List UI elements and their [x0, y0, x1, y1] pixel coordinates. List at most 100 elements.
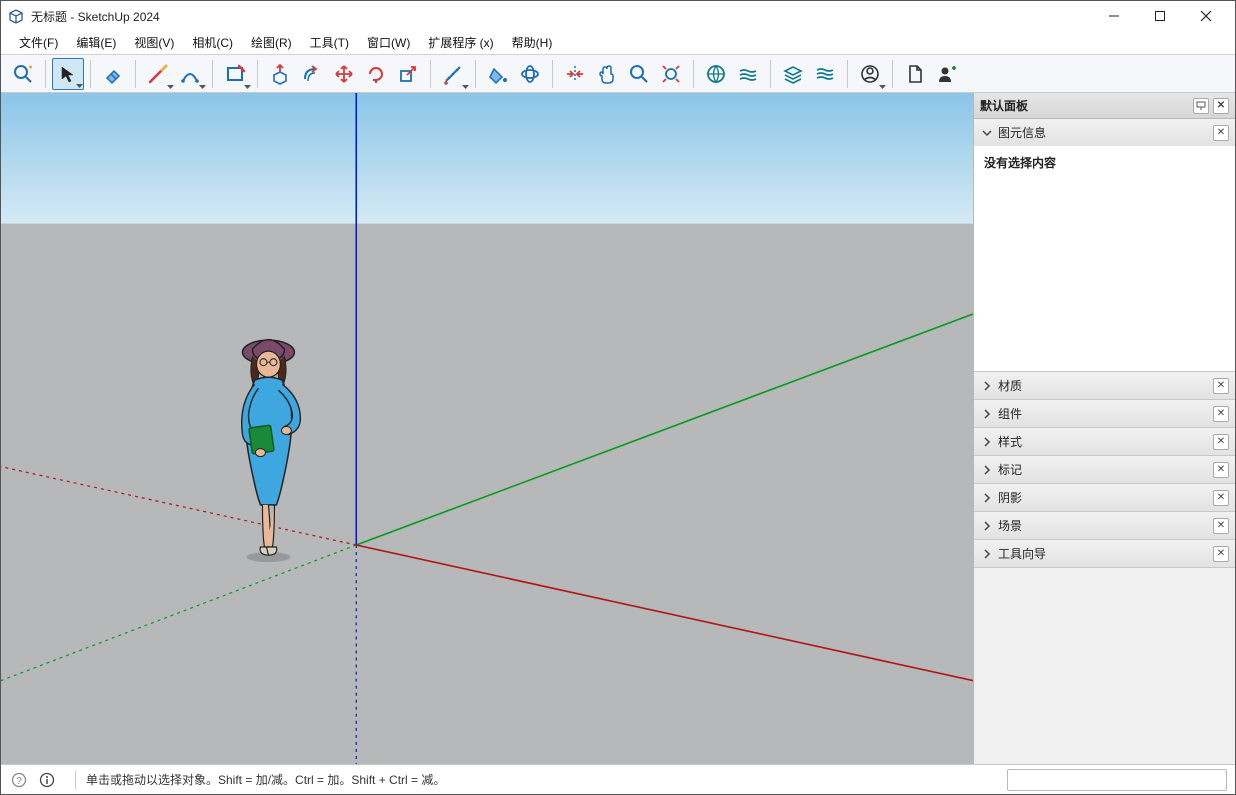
- section-close-button[interactable]: ✕: [1213, 125, 1229, 141]
- menu-file[interactable]: 文件(F): [11, 32, 66, 53]
- info-icon[interactable]: [37, 770, 57, 790]
- section-header-shadows[interactable]: 阴影 ✕: [974, 484, 1235, 511]
- dropdown-icon: [462, 83, 469, 90]
- shapes-tool[interactable]: [219, 58, 251, 90]
- toolbar-separator: [693, 60, 694, 88]
- section-close-button[interactable]: ✕: [1213, 490, 1229, 506]
- menu-bar: 文件(F) 编辑(E) 视图(V) 相机(C) 绘图(R) 工具(T) 窗口(W…: [1, 31, 1235, 55]
- toolbar-separator: [135, 60, 136, 88]
- sketchup-app-icon: [7, 7, 25, 25]
- section-header-materials[interactable]: 材质 ✕: [974, 372, 1235, 399]
- eraser-tool[interactable]: [97, 58, 129, 90]
- orbit-tool[interactable]: [514, 58, 546, 90]
- entity-info-body: 没有选择内容: [974, 146, 1235, 371]
- chevron-right-icon: [980, 465, 994, 475]
- section-tags: 标记 ✕: [974, 456, 1235, 484]
- tray-close-button[interactable]: ✕: [1213, 98, 1229, 114]
- measurements-input[interactable]: [1007, 769, 1227, 791]
- section-label: 样式: [998, 433, 1022, 450]
- toolbar-separator: [770, 60, 771, 88]
- maximize-button[interactable]: [1137, 1, 1183, 31]
- search-tool[interactable]: [7, 58, 39, 90]
- entity-info-empty-label: 没有选择内容: [984, 156, 1056, 170]
- section-label: 材质: [998, 377, 1022, 394]
- toolbar-separator: [430, 60, 431, 88]
- section-components: 组件 ✕: [974, 400, 1235, 428]
- tapemeasure-tool[interactable]: [437, 58, 469, 90]
- help-icon[interactable]: ?: [9, 770, 29, 790]
- dropdown-icon: [244, 83, 251, 90]
- pushpull-tool[interactable]: [264, 58, 296, 90]
- toolbar-separator: [257, 60, 258, 88]
- close-button[interactable]: [1183, 1, 1229, 31]
- status-separator: [75, 771, 76, 789]
- section-close-button[interactable]: ✕: [1213, 406, 1229, 422]
- tray-empty-area: [974, 568, 1235, 764]
- menu-view[interactable]: 视图(V): [126, 32, 182, 53]
- section-close-button[interactable]: ✕: [1213, 462, 1229, 478]
- toolbar-separator: [892, 60, 893, 88]
- viewport-3d[interactable]: [1, 93, 973, 764]
- account-button[interactable]: [854, 58, 886, 90]
- dropdown-icon: [199, 83, 206, 90]
- section-header-styles[interactable]: 样式 ✕: [974, 428, 1235, 455]
- zoom-tool[interactable]: [623, 58, 655, 90]
- section-entity-info: 图元信息 ✕ 没有选择内容: [974, 119, 1235, 372]
- layers-wave-button[interactable]: [809, 58, 841, 90]
- extwarehouse-button[interactable]: [732, 58, 764, 90]
- section-header-tags[interactable]: 标记 ✕: [974, 456, 1235, 483]
- pin-button[interactable]: [1193, 98, 1209, 114]
- newdoc-button[interactable]: [899, 58, 931, 90]
- move-tool[interactable]: [328, 58, 360, 90]
- section-header-scenes[interactable]: 场景 ✕: [974, 512, 1235, 539]
- adduser-button[interactable]: [931, 58, 963, 90]
- section-header-entity-info[interactable]: 图元信息 ✕: [974, 119, 1235, 146]
- menu-extensions[interactable]: 扩展程序 (x): [420, 32, 501, 53]
- menu-window[interactable]: 窗口(W): [359, 32, 418, 53]
- minimize-button[interactable]: [1091, 1, 1137, 31]
- title-bar: 无标题 - SketchUp 2024: [1, 1, 1235, 31]
- 3dwarehouse-button[interactable]: [700, 58, 732, 90]
- section-close-button[interactable]: ✕: [1213, 378, 1229, 394]
- tray-title-bar[interactable]: 默认面板 ✕: [974, 93, 1235, 119]
- menu-help[interactable]: 帮助(H): [504, 32, 561, 53]
- menu-edit[interactable]: 编辑(E): [68, 32, 124, 53]
- window-controls: [1091, 1, 1229, 31]
- rotate-tool[interactable]: [360, 58, 392, 90]
- section-header-components[interactable]: 组件 ✕: [974, 400, 1235, 427]
- chevron-right-icon: [980, 521, 994, 531]
- select-tool[interactable]: [52, 58, 84, 90]
- section-label: 组件: [998, 405, 1022, 422]
- menu-tools[interactable]: 工具(T): [302, 32, 357, 53]
- dropdown-icon: [167, 83, 174, 90]
- default-tray: 默认面板 ✕ 图元信息 ✕ 没有选择内容 材质 ✕: [973, 93, 1235, 764]
- toolbar-separator: [847, 60, 848, 88]
- status-bar: ? 单击或拖动以选择对象。Shift = 加/减。Ctrl = 加。Shift …: [1, 764, 1235, 794]
- chevron-down-icon: [980, 128, 994, 138]
- section-close-button[interactable]: ✕: [1213, 518, 1229, 534]
- offset-tool[interactable]: [296, 58, 328, 90]
- menu-draw[interactable]: 绘图(R): [243, 32, 300, 53]
- section-instructor: 工具向导 ✕: [974, 540, 1235, 568]
- layers-button[interactable]: [777, 58, 809, 90]
- zoomextents-tool[interactable]: [655, 58, 687, 90]
- arcs-tool[interactable]: [174, 58, 206, 90]
- paintbucket-tool[interactable]: [482, 58, 514, 90]
- section-close-button[interactable]: ✕: [1213, 434, 1229, 450]
- section-label: 工具向导: [998, 545, 1046, 562]
- flip-tool[interactable]: [559, 58, 591, 90]
- svg-text:?: ?: [16, 776, 22, 787]
- lines-tool[interactable]: [142, 58, 174, 90]
- scale-tool[interactable]: [392, 58, 424, 90]
- toolbar-separator: [212, 60, 213, 88]
- toolbar-separator: [552, 60, 553, 88]
- toolbar-separator: [90, 60, 91, 88]
- chevron-right-icon: [980, 437, 994, 447]
- section-close-button[interactable]: ✕: [1213, 546, 1229, 562]
- section-label: 标记: [998, 461, 1022, 478]
- section-header-instructor[interactable]: 工具向导 ✕: [974, 540, 1235, 567]
- section-scenes: 场景 ✕: [974, 512, 1235, 540]
- chevron-right-icon: [980, 381, 994, 391]
- menu-camera[interactable]: 相机(C): [184, 32, 241, 53]
- pan-tool[interactable]: [591, 58, 623, 90]
